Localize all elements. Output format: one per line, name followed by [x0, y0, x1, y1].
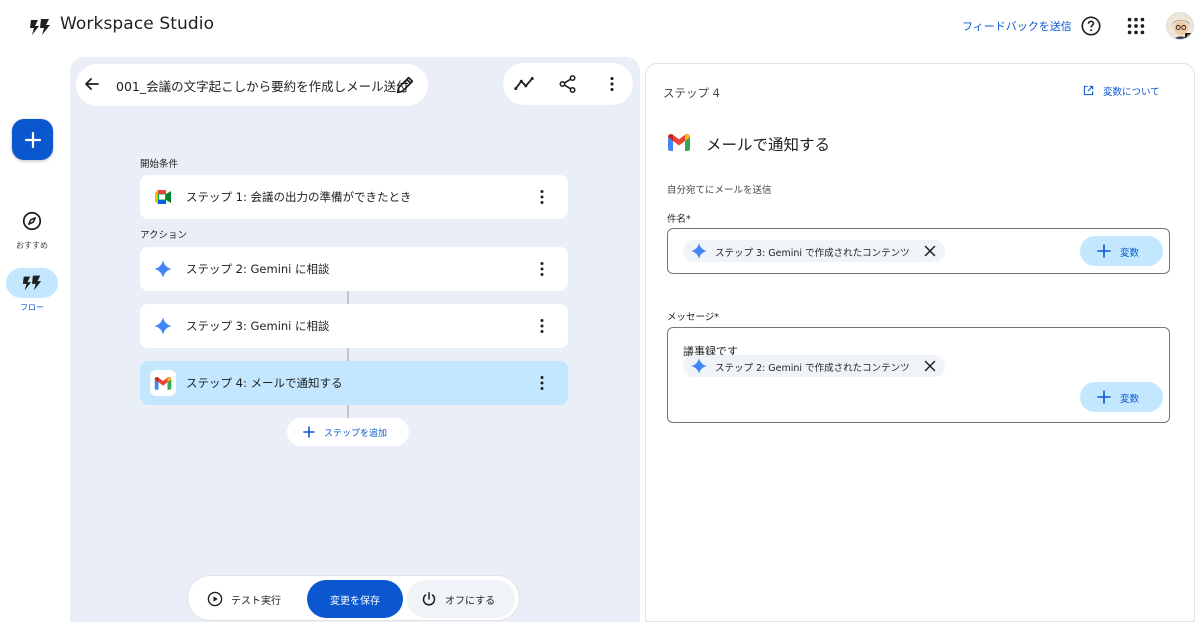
- play-circle-icon: [207, 591, 223, 607]
- flow-icon: [22, 275, 42, 291]
- chip-label: ステップ 3: Gemini で作成されたコンテンツ: [715, 248, 910, 259]
- step-card-3[interactable]: ステップ 3: Gemini に相談: [140, 304, 568, 348]
- gemini-icon: [690, 242, 708, 260]
- step-label: ステップ 1: 会議の出力の準備ができたとき: [186, 190, 412, 204]
- step-card-2[interactable]: ステップ 2: Gemini に相談: [140, 247, 568, 291]
- panel-step-label: ステップ 4: [663, 86, 720, 100]
- avatar[interactable]: AI: [1166, 12, 1194, 40]
- turn-off-label: オフにする: [445, 595, 496, 607]
- app-title: Workspace Studio: [60, 14, 215, 34]
- subject-label: 件名*: [667, 214, 691, 225]
- edit-pencil-icon[interactable]: [394, 74, 416, 96]
- svg-text:AI: AI: [1187, 34, 1191, 40]
- subject-add-variable-button[interactable]: 変数: [1080, 236, 1163, 266]
- step-label: ステップ 2: Gemini に相談: [186, 262, 330, 276]
- plus-icon: [1097, 244, 1111, 258]
- back-arrow-icon[interactable]: [82, 74, 102, 94]
- more-vert-icon[interactable]: [532, 187, 552, 207]
- plus-icon: [303, 426, 315, 438]
- gemini-icon: [690, 357, 708, 375]
- variables-help-link[interactable]: 変数について: [1083, 84, 1160, 98]
- help-icon[interactable]: [1080, 15, 1102, 37]
- gemini-icon: [150, 256, 176, 282]
- plus-icon: [24, 131, 41, 148]
- avatar-image-icon: AI: [1167, 13, 1193, 40]
- flow-title: 001_会議の文字起こしから要約を作成しメール送付: [116, 79, 409, 94]
- gmail-icon: [150, 370, 176, 396]
- message-add-variable-button[interactable]: 変数: [1080, 382, 1163, 412]
- rail-label-recommended: おすすめ: [16, 241, 48, 250]
- gemini-icon: [150, 313, 176, 339]
- add-variable-label: 変数: [1120, 248, 1140, 259]
- apps-grid-icon[interactable]: [1125, 15, 1147, 37]
- open-external-icon: [1083, 85, 1094, 96]
- rail-item-recommended[interactable]: おすすめ: [0, 206, 64, 251]
- test-run-label: テスト実行: [231, 595, 281, 607]
- step-connector: [347, 291, 349, 304]
- activity-chart-icon[interactable]: [513, 73, 535, 95]
- step-label: ステップ 4: メールで通知する: [186, 376, 343, 390]
- test-run-button[interactable]: テスト実行: [194, 580, 302, 618]
- save-changes-button[interactable]: 変更を保存: [307, 580, 403, 618]
- compass-icon: [22, 211, 42, 231]
- more-vert-icon[interactable]: [532, 316, 552, 336]
- message-variable-chip[interactable]: ステップ 2: Gemini で作成されたコンテンツ: [683, 355, 945, 377]
- variables-help-label: 変数について: [1103, 87, 1160, 98]
- gmail-icon: [668, 134, 690, 151]
- trigger-section-label: 開始条件: [140, 159, 179, 170]
- turn-off-button[interactable]: オフにする: [407, 580, 515, 618]
- plus-icon: [1097, 390, 1111, 404]
- top-bar: Workspace Studio フィードバックを送信 AI: [0, 0, 1200, 56]
- more-vert-icon[interactable]: [532, 373, 552, 393]
- share-icon[interactable]: [557, 73, 579, 95]
- workspace-studio-logo-icon: [30, 19, 50, 35]
- rail-item-flows[interactable]: フロー: [0, 268, 64, 313]
- more-vert-icon[interactable]: [601, 73, 623, 95]
- power-icon: [422, 592, 436, 606]
- step-label: ステップ 3: Gemini に相談: [186, 319, 330, 333]
- step-connector: [347, 348, 349, 361]
- add-step-button[interactable]: ステップを追加: [287, 418, 409, 446]
- rail-icon-wrap: [6, 268, 58, 298]
- chip-label: ステップ 2: Gemini で作成されたコンテンツ: [715, 363, 910, 374]
- action-title: メールで通知する: [706, 136, 831, 154]
- close-icon[interactable]: [923, 244, 937, 258]
- bottom-action-bar: テスト実行 変更を保存 オフにする: [187, 575, 520, 621]
- step-connector: [347, 405, 349, 418]
- feedback-link[interactable]: フィードバックを送信: [962, 18, 1072, 34]
- subject-variable-chip[interactable]: ステップ 3: Gemini で作成されたコンテンツ: [683, 240, 945, 262]
- google-meet-icon: [150, 184, 176, 210]
- rail-label-flows: フロー: [20, 303, 44, 312]
- action-subtitle: 自分宛てにメールを送信: [667, 185, 772, 196]
- step-card-4[interactable]: ステップ 4: メールで通知する: [140, 361, 568, 405]
- create-flow-button[interactable]: [12, 119, 53, 160]
- step-card-1[interactable]: ステップ 1: 会議の出力の準備ができたとき: [140, 175, 568, 219]
- action-section-label: アクション: [140, 230, 188, 241]
- add-step-label: ステップを追加: [324, 429, 388, 439]
- message-label: メッセージ*: [667, 312, 720, 323]
- rail-icon-wrap: [6, 206, 58, 236]
- more-vert-icon[interactable]: [532, 259, 552, 279]
- add-variable-label: 変数: [1120, 394, 1140, 405]
- save-changes-label: 変更を保存: [330, 595, 380, 607]
- close-icon[interactable]: [923, 359, 937, 373]
